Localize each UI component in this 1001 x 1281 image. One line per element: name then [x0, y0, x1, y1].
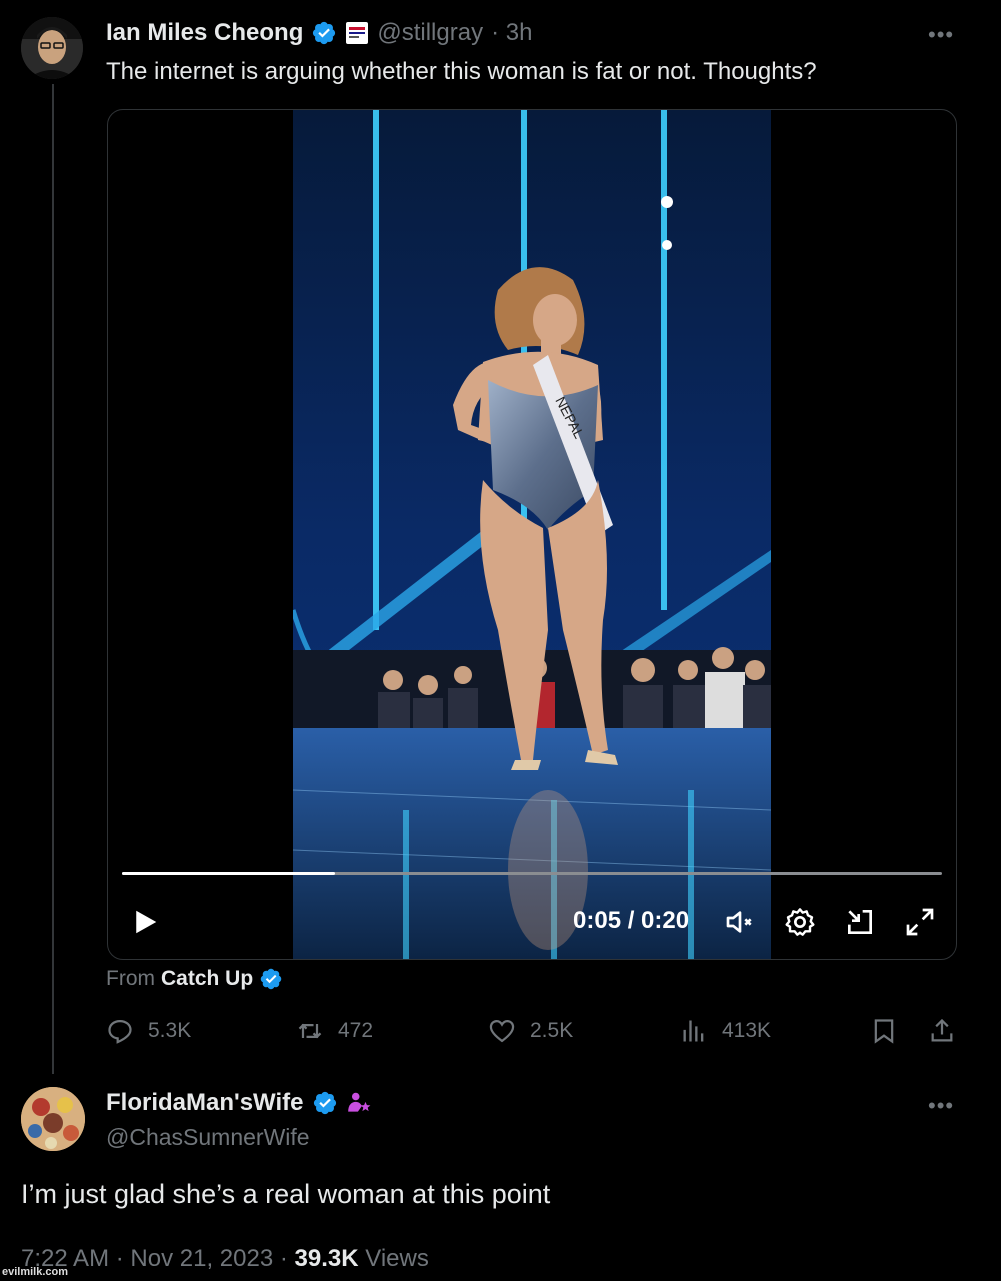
analytics-bar-icon [683, 1020, 704, 1042]
author-name[interactable]: Ian Miles Cheong [106, 19, 303, 47]
repost-icon [298, 1023, 322, 1039]
repost-button[interactable]: 472 [296, 1017, 373, 1045]
views-button[interactable]: 413K [680, 1017, 771, 1045]
play-icon[interactable] [130, 907, 160, 937]
more-options-icon[interactable]: ••• [928, 22, 954, 48]
author-handle[interactable]: @stillgray [377, 19, 483, 47]
source-name[interactable]: Catch Up [161, 967, 253, 991]
reply-author-name[interactable]: FloridaMan'sWife [106, 1089, 304, 1117]
reply-metadata: 7:22 AM · Nov 21, 2023 · 39.3K Views [21, 1245, 429, 1273]
verified-badge-icon [313, 21, 336, 45]
verified-badge-icon [313, 1091, 336, 1115]
tweet-text: The internet is arguing whether this wom… [106, 58, 817, 85]
like-button[interactable]: 2.5K [488, 1017, 573, 1045]
views-count: 413K [722, 1019, 772, 1042]
reply-author-handle[interactable]: @ChasSumnerWife [106, 1124, 310, 1151]
heart-icon [489, 1019, 515, 1043]
author-avatar[interactable] [21, 17, 83, 79]
tweet-actions: 5.3K 472 2.5K 413K [106, 1015, 956, 1051]
video-frame[interactable]: NEPAL [293, 110, 771, 959]
tweet-header: Ian Miles Cheong @stillgray · 3h [106, 18, 532, 48]
source-prefix: From [106, 967, 155, 990]
reply-views-label: Views [365, 1245, 429, 1272]
video-time: 0:05 / 0:20 [573, 907, 690, 934]
reply-icon [108, 1019, 132, 1044]
like-count: 2.5K [530, 1019, 574, 1042]
picture-in-picture-icon[interactable] [844, 906, 876, 938]
reply-author-avatar[interactable] [21, 1087, 85, 1151]
thread-connector-line [52, 84, 54, 1074]
separator: · [279, 1245, 295, 1272]
reply-button[interactable]: 5.3K [106, 1017, 191, 1045]
video-player[interactable]: NEPAL 0:05 / 0:20 [107, 109, 957, 960]
subscriber-badge-icon [347, 1092, 370, 1112]
separator: · [115, 1245, 131, 1272]
reply-count: 5.3K [148, 1019, 192, 1042]
tweet-time-ago[interactable]: · 3h [491, 19, 532, 47]
muted-volume-icon[interactable] [724, 906, 756, 938]
watermark: evilmilk.com [2, 1266, 69, 1278]
reply-more-options-icon[interactable]: ••• [928, 1093, 954, 1119]
bookmark-icon[interactable] [870, 1017, 898, 1045]
fullscreen-icon[interactable] [904, 906, 936, 938]
repost-count: 472 [338, 1019, 374, 1042]
reply-views-count: 39.3K [294, 1245, 359, 1272]
video-progress-bar[interactable] [122, 872, 942, 875]
settings-gear-icon[interactable] [784, 906, 816, 938]
video-progress-fill [122, 872, 336, 875]
reply-text: I’m just glad she’s a real woman at this… [21, 1179, 551, 1209]
reply-header: FloridaMan'sWife [106, 1089, 372, 1117]
verified-badge-icon [260, 968, 282, 990]
news-affiliate-icon [346, 22, 369, 44]
video-source: From Catch Up [106, 967, 283, 991]
reply-date[interactable]: Nov 21, 2023 [130, 1245, 273, 1272]
share-icon[interactable] [928, 1017, 956, 1045]
